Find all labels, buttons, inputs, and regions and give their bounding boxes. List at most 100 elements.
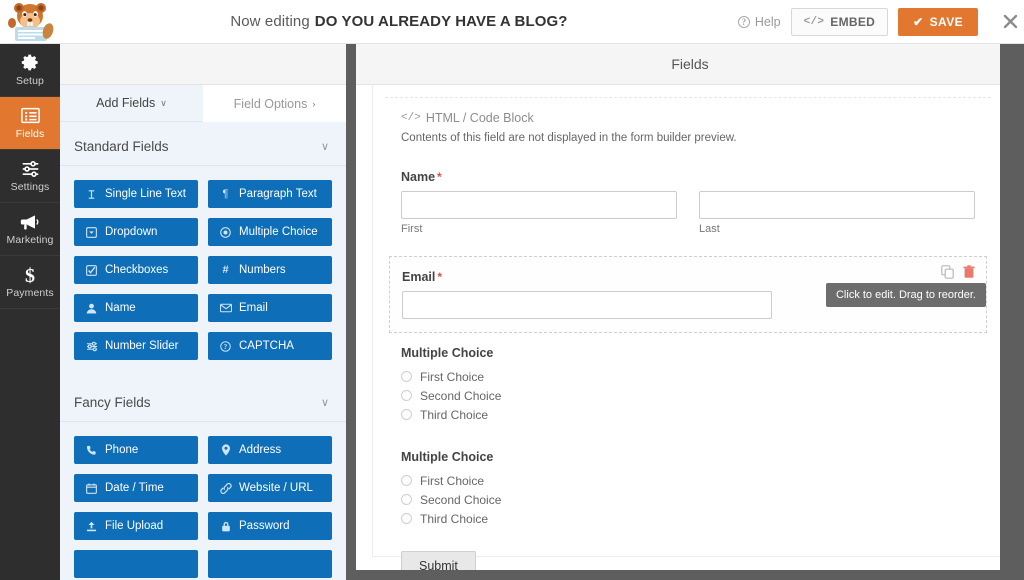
field-multiple-choice-2[interactable]: Multiple Choice First Choice Second Choi…	[389, 437, 987, 541]
wpforms-form-builder: Now editing DO YOU ALREADY HAVE A BLOG? …	[0, 0, 1024, 580]
field-button-single-line-text[interactable]: Single Line Text	[74, 180, 198, 208]
panel-top-spacer	[60, 44, 346, 85]
section-header-fancy-fields[interactable]: Fancy Fields ∨	[60, 378, 346, 422]
wpforms-logo	[0, 0, 60, 44]
sidebar-item-settings[interactable]: Settings	[0, 150, 60, 203]
close-builder-button[interactable]	[996, 0, 1024, 44]
field-button-phone[interactable]: Phone	[74, 436, 198, 464]
sidebar-item-label: Setup	[16, 75, 44, 87]
choice-row[interactable]: Second Choice	[401, 490, 975, 509]
radio-icon[interactable]	[401, 513, 412, 524]
field-button-multiple-choice[interactable]: Multiple Choice	[208, 218, 332, 246]
dollar-sign-icon: $	[20, 265, 40, 285]
field-button-captcha[interactable]: ? CAPTCHA	[208, 332, 332, 360]
tab-field-options[interactable]: Field Options ›	[203, 85, 346, 122]
field-button-label: Single Line Text	[105, 188, 186, 200]
sidebar-item-label: Payments	[6, 287, 54, 299]
add-fields-panel: Add Fields ∨ Field Options › Standard Fi…	[60, 44, 346, 580]
field-email[interactable]: Email * Click to edit. Drag to reorder.	[389, 256, 987, 333]
help-button[interactable]: ? Help	[737, 15, 781, 29]
svg-text:?: ?	[224, 342, 228, 351]
choice-row[interactable]: Second Choice	[401, 386, 975, 405]
checkbox-icon	[85, 264, 98, 276]
map-pin-icon	[219, 444, 232, 456]
field-button-email[interactable]: Email	[208, 294, 332, 322]
field-button-password[interactable]: Password	[208, 512, 332, 540]
duplicate-icon[interactable]	[941, 265, 954, 279]
section-header-standard-fields[interactable]: Standard Fields ∨	[60, 122, 346, 166]
field-button-website-url[interactable]: Website / URL	[208, 474, 332, 502]
field-button-number-slider[interactable]: Number Slider	[74, 332, 198, 360]
field-button-checkboxes[interactable]: Checkboxes	[74, 256, 198, 284]
choice-label: First Choice	[420, 473, 485, 488]
choice-row[interactable]: Third Choice	[401, 509, 975, 528]
builder-sidebar-nav: Setup Fields Settings Marketing $ Paymen…	[0, 44, 60, 580]
section-title: Standard Fields	[74, 139, 169, 154]
close-x-icon	[1003, 14, 1017, 29]
field-button-cut-off[interactable]	[208, 550, 332, 578]
radio-icon[interactable]	[401, 409, 412, 420]
tab-add-fields[interactable]: Add Fields ∨	[60, 85, 203, 122]
tab-add-fields-label: Add Fields	[96, 96, 156, 110]
preview-subheader: Fields	[356, 44, 1024, 85]
field-button-address[interactable]: Address	[208, 436, 332, 464]
sidebar-item-label: Marketing	[6, 234, 54, 246]
section-title: Fancy Fields	[74, 395, 151, 410]
sidebar-item-marketing[interactable]: Marketing	[0, 203, 60, 256]
radio-icon[interactable]	[401, 494, 412, 505]
choice-label: Third Choice	[420, 511, 489, 526]
choice-row[interactable]: Third Choice	[401, 405, 975, 424]
choices-list: First Choice Second Choice Third Choice	[401, 367, 975, 424]
field-note: Contents of this field are not displayed…	[401, 132, 737, 144]
name-first-input[interactable]	[401, 191, 677, 219]
text-cursor-icon	[85, 189, 98, 200]
radio-icon[interactable]	[401, 475, 412, 486]
field-button-date-time[interactable]: Date / Time	[74, 474, 198, 502]
choice-label: Second Choice	[420, 492, 502, 507]
choice-label: Third Choice	[420, 407, 489, 422]
embed-button[interactable]: </> EMBED	[790, 7, 889, 36]
panel-scrollbar[interactable]	[346, 44, 356, 580]
field-button-label: CAPTCHA	[239, 340, 294, 352]
choice-row[interactable]: First Choice	[401, 367, 975, 386]
email-input[interactable]	[402, 291, 772, 319]
name-last-input[interactable]	[699, 191, 975, 219]
field-button-numbers[interactable]: # Numbers	[208, 256, 332, 284]
field-button-label: Number Slider	[105, 340, 179, 352]
embed-label: EMBED	[830, 14, 876, 29]
wpforms-beaver-logo-icon	[8, 2, 54, 41]
radio-icon[interactable]	[401, 390, 412, 401]
chevron-down-icon: ∨	[320, 397, 329, 409]
required-mark: *	[437, 270, 443, 284]
name-inputs-row: First Last	[401, 191, 975, 235]
name-last-col: Last	[699, 191, 975, 235]
page-scrollbar[interactable]	[1000, 44, 1024, 580]
field-name[interactable]: Name * First Last	[389, 157, 987, 248]
field-button-dropdown[interactable]: Dropdown	[74, 218, 198, 246]
link-icon	[219, 482, 232, 494]
field-button-label: Paragraph Text	[239, 188, 317, 200]
sidebar-item-payments[interactable]: $ Payments	[0, 256, 60, 309]
field-button-label: Name	[105, 302, 136, 314]
choice-row[interactable]: First Choice	[401, 471, 975, 490]
field-button-paragraph-text[interactable]: ¶ Paragraph Text	[208, 180, 332, 208]
dropdown-icon	[85, 226, 98, 238]
radio-icon[interactable]	[401, 371, 412, 382]
field-button-name[interactable]: Name	[74, 294, 198, 322]
question-circle-icon: ?	[737, 15, 750, 28]
radio-icon	[219, 226, 232, 238]
sidebar-item-setup[interactable]: Setup	[0, 44, 60, 97]
field-button-label: Dropdown	[105, 226, 158, 238]
code-brackets-icon: </>	[803, 15, 825, 28]
field-button-label: Email	[239, 302, 268, 314]
field-button-cut-off[interactable]	[74, 550, 198, 578]
sidebar-item-fields[interactable]: Fields	[0, 97, 60, 150]
save-button[interactable]: ✔ SAVE	[898, 7, 978, 36]
field-multiple-choice-1[interactable]: Multiple Choice First Choice Second Choi…	[389, 333, 987, 437]
field-html-code-block[interactable]: </> HTML / Code Block Contents of this f…	[389, 98, 987, 157]
tab-field-options-label: Field Options	[233, 96, 308, 111]
field-label: Multiple Choice	[401, 346, 494, 360]
field-button-file-upload[interactable]: File Upload	[74, 512, 198, 540]
trash-icon[interactable]	[963, 265, 976, 279]
slider-icon	[85, 341, 98, 352]
